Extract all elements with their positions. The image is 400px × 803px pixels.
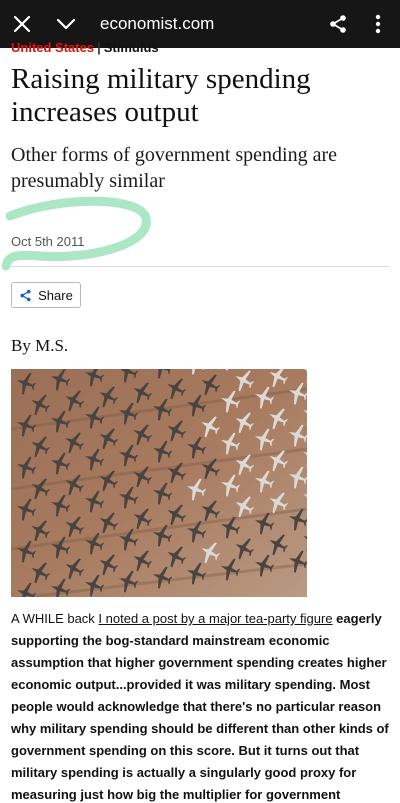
blog-link[interactable]: Stimulus [104, 40, 159, 55]
body-lead: A WHILE back [11, 611, 99, 626]
body-rest: eagerly supporting the bog-standard main… [11, 611, 389, 802]
article-body: A WHILE back I noted a post by a major t… [11, 608, 389, 803]
article-image [11, 369, 307, 597]
close-button[interactable] [4, 6, 40, 42]
share-button[interactable]: Share [11, 282, 81, 308]
breadcrumb: United States | Stimulus [11, 40, 159, 55]
share-label: Share [38, 287, 73, 303]
share-icon [20, 289, 31, 301]
headline: Raising military spending increases outp… [11, 63, 311, 128]
collapse-button[interactable] [48, 6, 84, 42]
share-page-button[interactable] [320, 6, 356, 42]
close-icon [13, 15, 31, 33]
more-vert-icon [375, 14, 381, 34]
byline: By M.S. [11, 336, 69, 355]
aircraft-boneyard-image [11, 369, 307, 597]
publish-date: Oct 5th 2011 [11, 234, 85, 249]
chevron-down-icon [56, 18, 76, 30]
breadcrumb-separator: | [97, 40, 101, 55]
more-options-button[interactable] [360, 6, 396, 42]
subheadline: Other forms of government spending are p… [11, 144, 338, 192]
section-link[interactable]: United States [11, 40, 94, 55]
url-text[interactable]: economist.com [100, 14, 214, 34]
divider [11, 266, 389, 267]
share-icon [330, 15, 346, 33]
body-link[interactable]: I noted a post by a major tea-party figu… [98, 611, 332, 626]
